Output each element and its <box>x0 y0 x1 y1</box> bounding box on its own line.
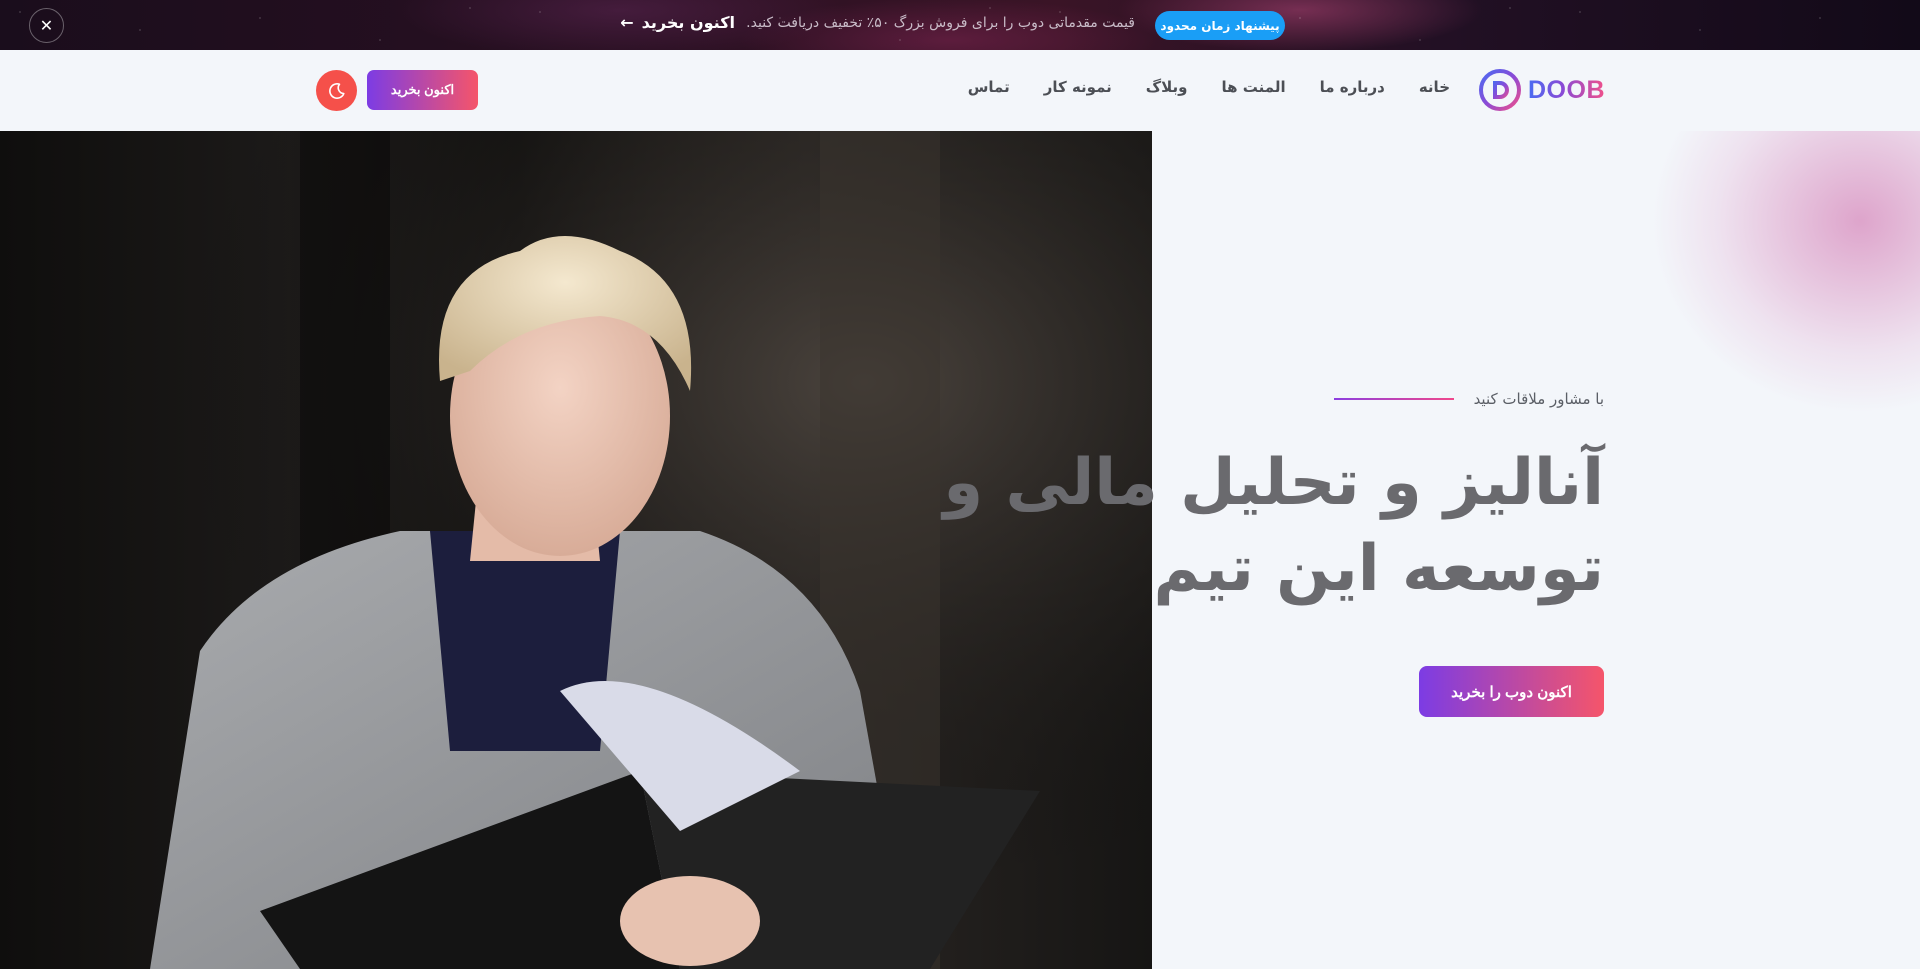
hero-title: آنالیز و تحلیل مالی و توسعه این تیم <box>943 440 1604 612</box>
hero-subtitle: با مشاور ملاقات کنید <box>1473 390 1604 408</box>
main-nav: خانه درباره ما المنت ها وبلاگ نمونه کار … <box>968 78 1450 96</box>
hero-background-glow <box>1480 131 1920 481</box>
nav-item-blog[interactable]: وبلاگ <box>1146 78 1188 96</box>
promo-buy-label: اکنون بخرید <box>641 13 735 32</box>
hero-title-line-1: آنالیز و تحلیل مالی و <box>943 446 1604 520</box>
arrow-left-icon: ← <box>620 13 634 32</box>
promo-buy-link[interactable]: اکنون بخرید ← <box>620 13 735 32</box>
promo-bar: پیشنهاد زمان محدود قیمت مقدماتی دوب را ب… <box>0 0 1920 50</box>
site-header: DOOB خانه درباره ما المنت ها وبلاگ نمونه… <box>0 50 1920 131</box>
site-logo[interactable]: DOOB <box>1478 68 1605 112</box>
nav-item-home[interactable]: خانه <box>1419 78 1450 96</box>
header-buy-button[interactable]: اکنون بخرید <box>367 70 478 110</box>
hero-subtitle-row: با مشاور ملاقات کنید <box>1333 390 1604 408</box>
nav-item-contact[interactable]: تماس <box>968 78 1010 96</box>
moon-icon <box>328 82 345 99</box>
nav-item-portfolio[interactable]: نمونه کار <box>1044 78 1112 96</box>
hero-buy-button[interactable]: اکنون دوب را بخرید <box>1419 666 1604 717</box>
promo-text: قیمت مقدماتی دوب را برای فروش بزرگ ۵۰٪ ت… <box>746 15 1135 31</box>
nav-item-about[interactable]: درباره ما <box>1320 78 1385 96</box>
logo-wordmark: DOOB <box>1528 75 1605 104</box>
hero-title-line-2: توسعه این تیم <box>1153 532 1605 606</box>
theme-toggle-button[interactable] <box>316 70 357 111</box>
close-icon[interactable]: ✕ <box>29 8 64 43</box>
subtitle-row: با مشاور ملاقات کنید <box>1333 390 1604 408</box>
doob-logo-icon <box>1479 69 1521 111</box>
limited-offer-badge: پیشنهاد زمان محدود <box>1155 11 1285 40</box>
nav-item-elements[interactable]: المنت ها <box>1222 78 1286 96</box>
subtitle-divider <box>1333 398 1454 400</box>
